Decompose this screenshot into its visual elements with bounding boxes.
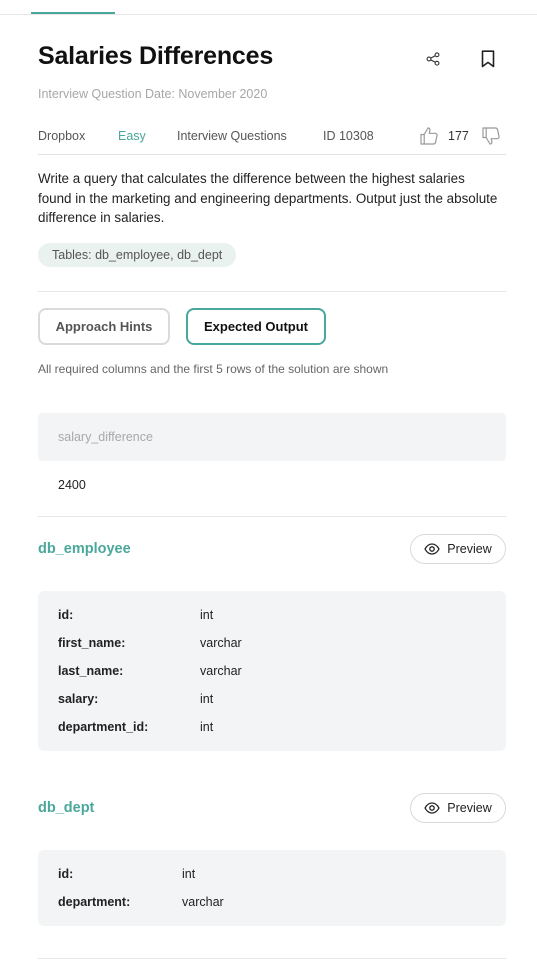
column-type: varchar <box>200 636 242 650</box>
question-id: ID 10308 <box>323 129 374 143</box>
schema-row: last_name: varchar <box>58 657 486 685</box>
column-name: last_name: <box>58 664 124 678</box>
column-type: varchar <box>182 895 224 909</box>
tab-approach-hints[interactable]: Approach Hints <box>38 308 170 345</box>
column-name: first_name: <box>58 636 126 650</box>
top-tab-bar <box>0 0 537 15</box>
schema-row: department: varchar <box>58 888 486 916</box>
column-type: int <box>182 867 196 881</box>
table-header-cell: salary_difference <box>38 413 506 461</box>
section-divider <box>38 291 506 292</box>
column-name: id: <box>58 867 74 881</box>
schema-title-db-employee[interactable]: db_employee <box>38 541 131 557</box>
column-name: department_id: <box>58 720 149 734</box>
company-link[interactable]: Dropbox <box>38 129 85 143</box>
preview-button-db-employee[interactable]: Preview <box>410 534 506 564</box>
preview-button-db-dept[interactable]: Preview <box>410 793 506 823</box>
page-title: Salaries Differences <box>38 42 274 70</box>
column-type: varchar <box>200 664 242 678</box>
schema-db-dept: id: int department: varchar <box>38 850 506 926</box>
schema-row: first_name: varchar <box>58 629 486 657</box>
share-button[interactable] <box>422 48 444 70</box>
downvote-button[interactable] <box>481 126 501 146</box>
preview-label: Preview <box>447 801 492 815</box>
thumbs-down-icon <box>482 127 500 145</box>
tab-expected-output[interactable]: Expected Output <box>186 308 326 345</box>
section-divider <box>38 516 506 517</box>
schema-title-db-dept[interactable]: db_dept <box>38 800 94 816</box>
expected-output-table: salary_difference 2400 <box>38 413 506 509</box>
column-type: int <box>200 720 214 734</box>
tables-pill: Tables: db_employee, db_dept <box>38 243 237 267</box>
eye-icon <box>424 802 441 814</box>
schema-row: id: int <box>58 860 486 888</box>
column-type: int <box>200 608 214 622</box>
column-name: department: <box>58 895 131 909</box>
active-tab-indicator <box>31 12 115 14</box>
question-meta-row: Dropbox Easy Interview Questions ID 1030… <box>38 120 506 155</box>
column-name: salary: <box>58 692 99 706</box>
schema-row: id: int <box>58 601 486 629</box>
schema-row: department_id: int <box>58 713 486 741</box>
schema-row: salary: int <box>58 685 486 713</box>
question-type-link[interactable]: Interview Questions <box>177 129 287 143</box>
share-icon <box>426 52 440 66</box>
difficulty-badge: Easy <box>118 129 146 143</box>
output-caption: All required columns and the first 5 row… <box>38 362 389 376</box>
schema-db-employee: id: int first_name: varchar last_name: varc… <box>38 591 506 751</box>
eye-icon <box>424 543 441 555</box>
section-divider <box>38 958 506 959</box>
column-type: int <box>200 692 214 706</box>
preview-label: Preview <box>447 542 492 556</box>
upvote-button[interactable] <box>419 126 439 146</box>
thumbs-up-icon <box>420 127 438 145</box>
bookmark-icon <box>481 50 495 68</box>
question-text: Write a query that calculates the differ… <box>38 171 498 225</box>
column-name: id: <box>58 608 74 622</box>
bookmark-button[interactable] <box>477 47 499 71</box>
vote-count: 177 <box>448 129 469 143</box>
interview-date: Interview Question Date: November 2020 <box>38 87 268 101</box>
table-cell: 2400 <box>58 478 86 492</box>
table-row: 2400 <box>38 461 506 509</box>
